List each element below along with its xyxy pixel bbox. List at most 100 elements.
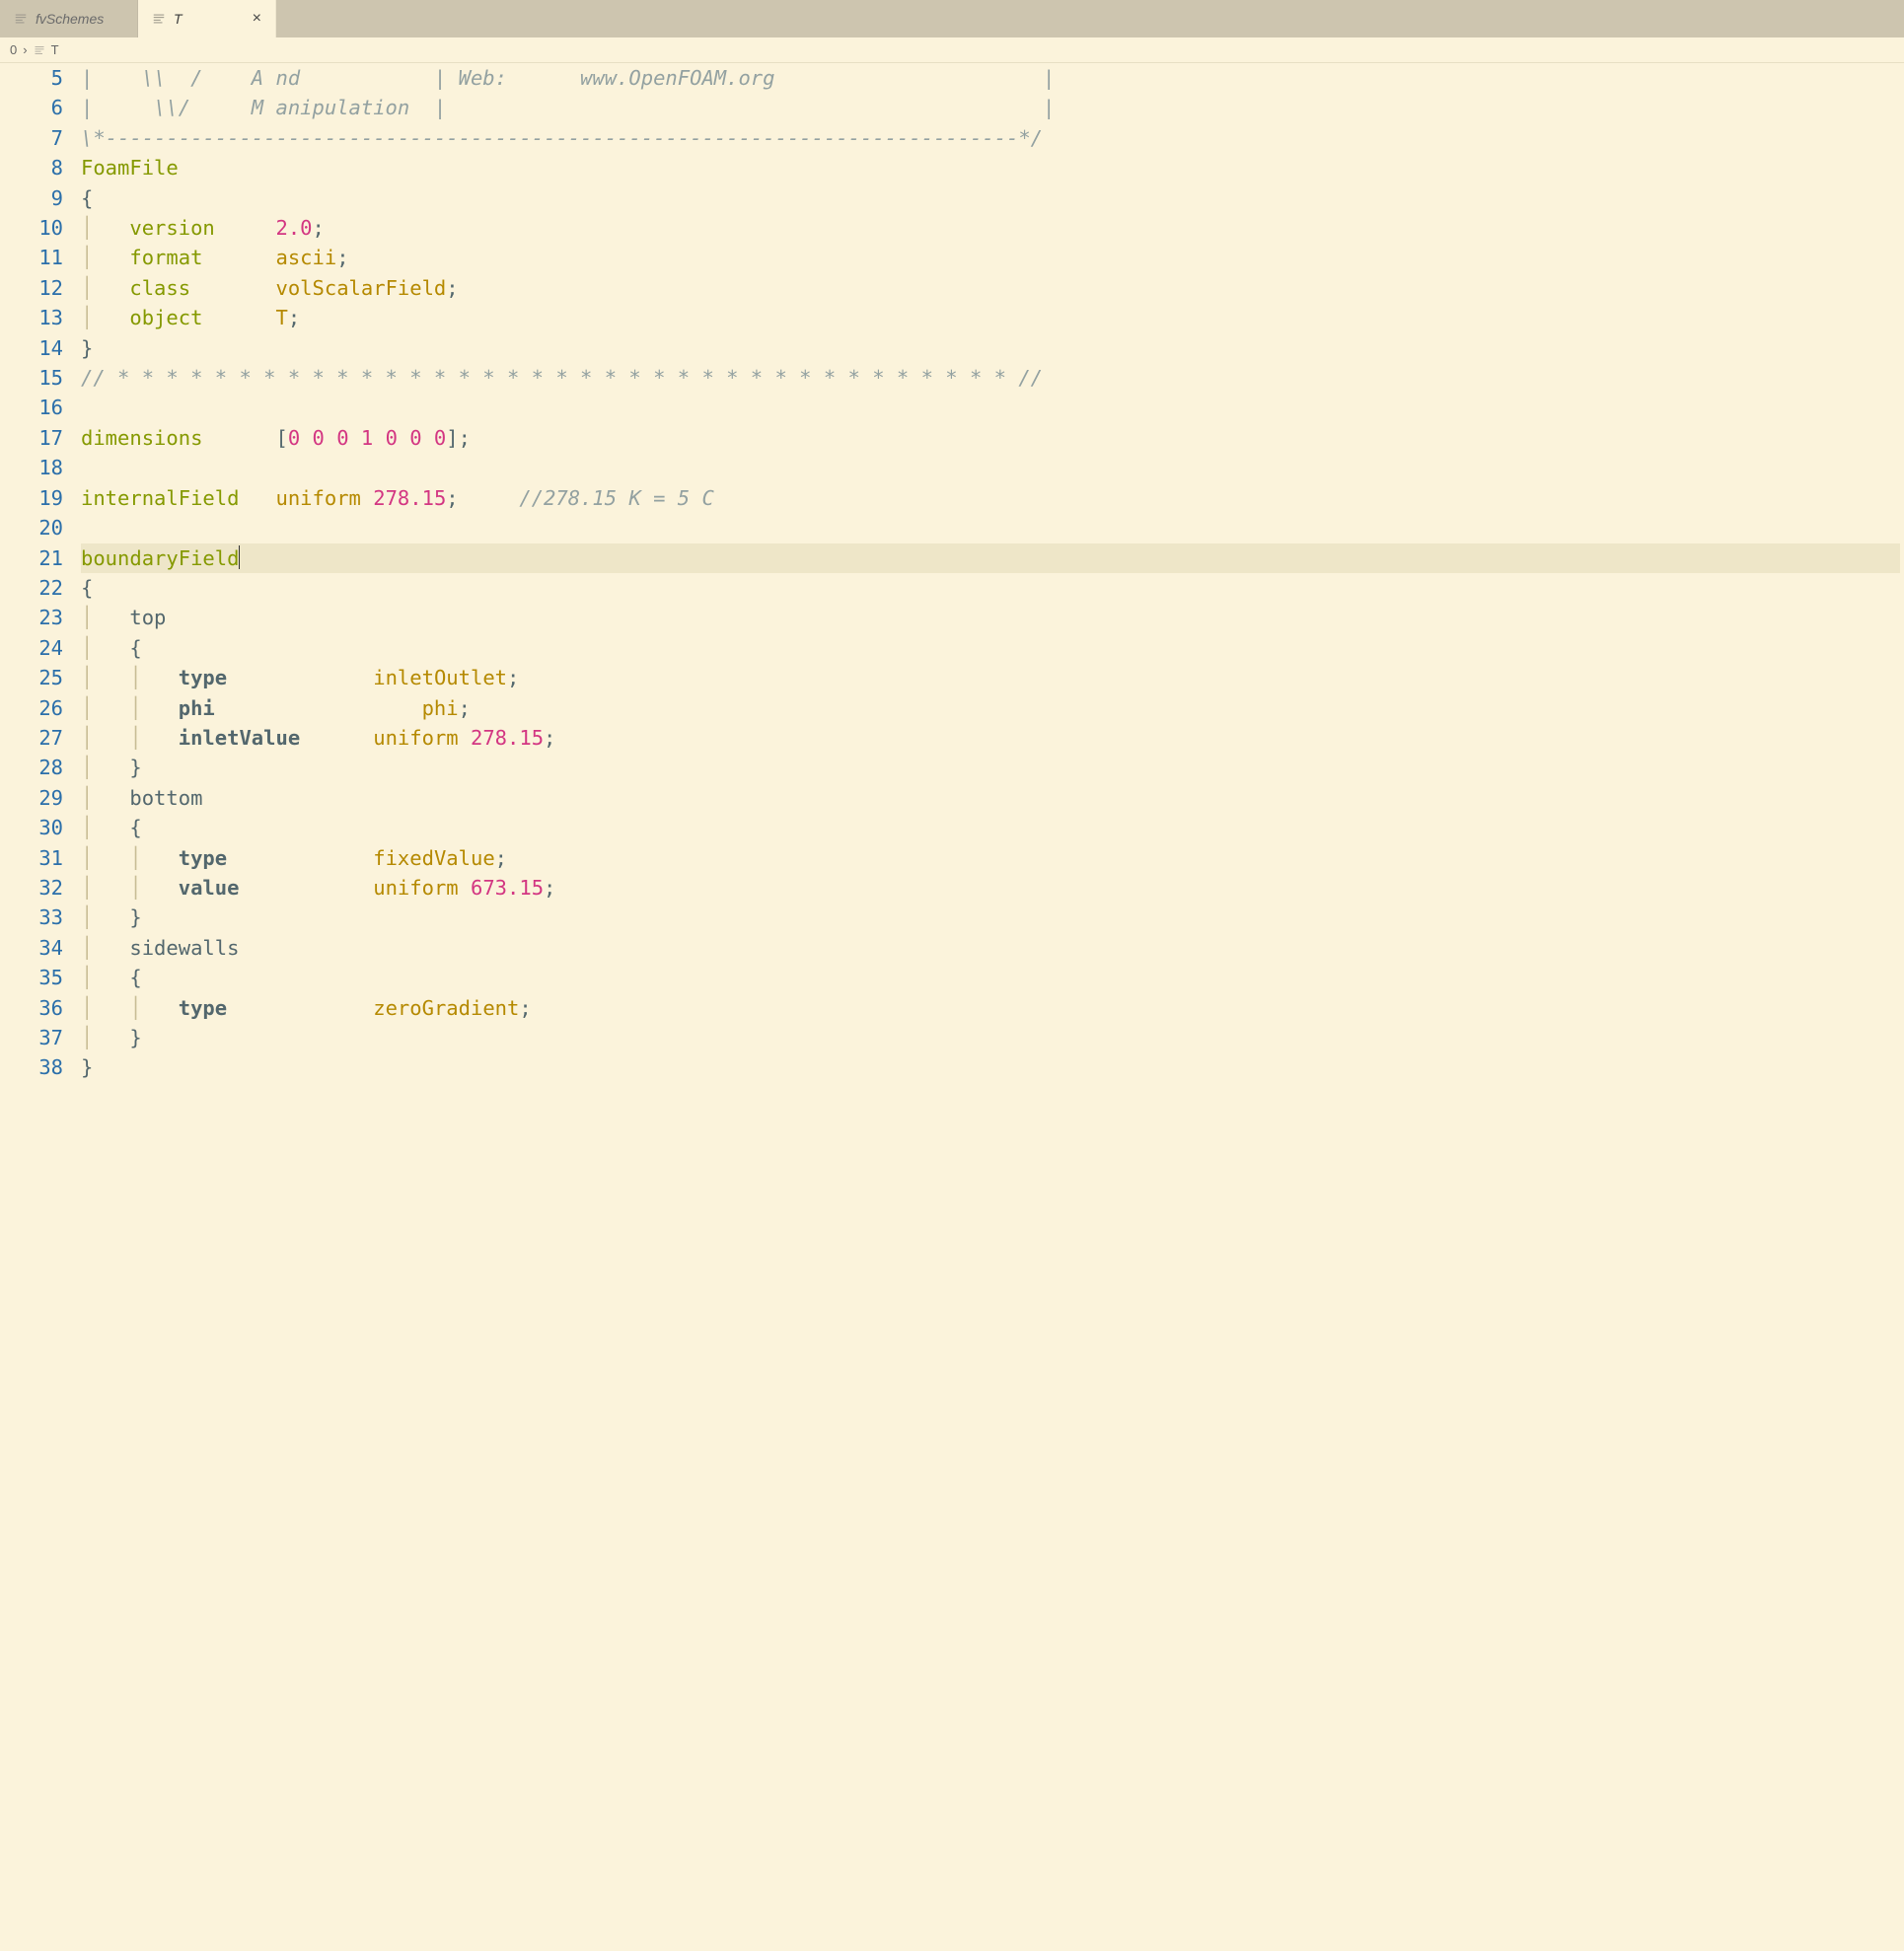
code-token: │ │ bbox=[81, 996, 179, 1020]
code-token: { bbox=[129, 636, 141, 660]
code-token: │ │ bbox=[81, 846, 179, 870]
code-token: } bbox=[81, 1055, 93, 1079]
code-token: ; bbox=[446, 276, 458, 300]
line-number: 28 bbox=[0, 753, 63, 782]
code-line[interactable]: │ │ type inletOutlet; bbox=[81, 663, 1900, 692]
line-number: 23 bbox=[0, 603, 63, 632]
code-token: │ │ bbox=[81, 696, 179, 720]
code-token: } bbox=[81, 336, 93, 360]
code-line[interactable] bbox=[81, 513, 1900, 542]
line-number: 29 bbox=[0, 783, 63, 813]
code-line[interactable]: { bbox=[81, 183, 1900, 213]
code-token: ; bbox=[336, 246, 348, 269]
chevron-right-icon: › bbox=[23, 42, 27, 57]
code-token: 278.15 bbox=[373, 486, 446, 510]
code-token: │ bbox=[81, 756, 129, 779]
code-token: [ bbox=[275, 426, 287, 450]
code-token: ; bbox=[544, 726, 555, 750]
line-number: 27 bbox=[0, 723, 63, 753]
code-line[interactable]: │ { bbox=[81, 963, 1900, 992]
code-token: // * * * * * * * * * * * * * * * * * * *… bbox=[81, 366, 1043, 390]
code-line[interactable]: │ │ inletValue uniform 278.15; bbox=[81, 723, 1900, 753]
code-line[interactable]: │ sidewalls bbox=[81, 933, 1900, 963]
code-line[interactable]: internalField uniform 278.15; //278.15 K… bbox=[81, 483, 1900, 513]
code-token: │ bbox=[81, 246, 129, 269]
line-number: 22 bbox=[0, 573, 63, 603]
line-number: 6 bbox=[0, 93, 63, 122]
code-token: │ bbox=[81, 276, 129, 300]
code-line[interactable]: } bbox=[81, 333, 1900, 363]
code-token: ; bbox=[495, 846, 507, 870]
line-number: 11 bbox=[0, 243, 63, 272]
line-number: 9 bbox=[0, 183, 63, 213]
code-line[interactable]: | \\ / A nd | Web: www.OpenFOAM.org | bbox=[81, 63, 1900, 93]
code-token: uniform bbox=[373, 726, 471, 750]
code-line[interactable]: │ } bbox=[81, 753, 1900, 782]
code-line[interactable]: \*--------------------------------------… bbox=[81, 123, 1900, 153]
line-number-gutter: 5678910111213141516171819202122232425262… bbox=[0, 63, 81, 1083]
code-line[interactable]: │ object T; bbox=[81, 303, 1900, 332]
code-token: 2.0 bbox=[275, 216, 312, 240]
line-number: 18 bbox=[0, 453, 63, 482]
line-number: 20 bbox=[0, 513, 63, 542]
line-number: 21 bbox=[0, 543, 63, 573]
code-line[interactable]: │ } bbox=[81, 1023, 1900, 1052]
code-token: volScalarField bbox=[275, 276, 446, 300]
code-token: sidewalls bbox=[129, 936, 239, 960]
breadcrumb-file[interactable]: T bbox=[51, 42, 59, 57]
code-line[interactable]: boundaryField bbox=[81, 543, 1900, 573]
code-line[interactable]: │ format ascii; bbox=[81, 243, 1900, 272]
code-token: boundaryField bbox=[81, 546, 239, 570]
code-editor[interactable]: 5678910111213141516171819202122232425262… bbox=[0, 63, 1904, 1083]
breadcrumb-folder[interactable]: 0 bbox=[10, 42, 17, 57]
code-token: ; bbox=[313, 216, 325, 240]
code-line[interactable]: │ bottom bbox=[81, 783, 1900, 813]
file-lines-icon bbox=[152, 12, 166, 26]
code-token: { bbox=[129, 816, 141, 839]
code-token: 278.15 bbox=[471, 726, 544, 750]
code-line[interactable] bbox=[81, 453, 1900, 482]
code-line[interactable]: | \\/ M anipulation | | bbox=[81, 93, 1900, 122]
tab-fvschemes[interactable]: fvSchemes bbox=[0, 0, 138, 37]
line-number: 32 bbox=[0, 873, 63, 903]
code-line[interactable]: │ │ type zeroGradient; bbox=[81, 993, 1900, 1023]
code-line[interactable]: │ top bbox=[81, 603, 1900, 632]
code-token: } bbox=[129, 756, 141, 779]
code-token: type bbox=[179, 996, 373, 1020]
tab-t[interactable]: T × bbox=[138, 0, 276, 37]
code-token: object bbox=[129, 306, 275, 329]
code-token: T bbox=[275, 306, 287, 329]
line-number: 15 bbox=[0, 363, 63, 393]
line-number: 17 bbox=[0, 423, 63, 453]
code-line[interactable] bbox=[81, 393, 1900, 422]
code-line[interactable]: │ version 2.0; bbox=[81, 213, 1900, 243]
code-token: uniform bbox=[275, 486, 373, 510]
code-line[interactable]: } bbox=[81, 1052, 1900, 1082]
code-token: ]; bbox=[446, 426, 471, 450]
line-number: 8 bbox=[0, 153, 63, 182]
line-number: 25 bbox=[0, 663, 63, 692]
code-line[interactable]: │ class volScalarField; bbox=[81, 273, 1900, 303]
breadcrumb: 0 › T bbox=[0, 37, 1904, 63]
code-line[interactable]: │ { bbox=[81, 813, 1900, 842]
text-cursor bbox=[239, 545, 240, 569]
code-line[interactable]: │ │ phi phi; bbox=[81, 693, 1900, 723]
code-line[interactable]: { bbox=[81, 573, 1900, 603]
code-token: ; bbox=[288, 306, 300, 329]
code-token: inletValue bbox=[179, 726, 373, 750]
code-content[interactable]: | \\ / A nd | Web: www.OpenFOAM.org | | \… bbox=[81, 63, 1904, 1083]
code-line[interactable]: │ { bbox=[81, 633, 1900, 663]
code-token: │ │ bbox=[81, 726, 179, 750]
code-token: │ bbox=[81, 966, 129, 989]
code-line[interactable]: // * * * * * * * * * * * * * * * * * * *… bbox=[81, 363, 1900, 393]
code-token: | \\ / A nd | Web: www.OpenFOAM.org | bbox=[81, 66, 1055, 90]
line-number: 14 bbox=[0, 333, 63, 363]
code-line[interactable]: │ } bbox=[81, 903, 1900, 932]
code-line[interactable]: dimensions [0 0 0 1 0 0 0]; bbox=[81, 423, 1900, 453]
code-line[interactable]: FoamFile bbox=[81, 153, 1900, 182]
code-line[interactable]: │ │ type fixedValue; bbox=[81, 843, 1900, 873]
code-token: │ bbox=[81, 606, 129, 629]
code-line[interactable]: │ │ value uniform 673.15; bbox=[81, 873, 1900, 903]
line-number: 30 bbox=[0, 813, 63, 842]
close-icon[interactable]: × bbox=[253, 10, 261, 28]
